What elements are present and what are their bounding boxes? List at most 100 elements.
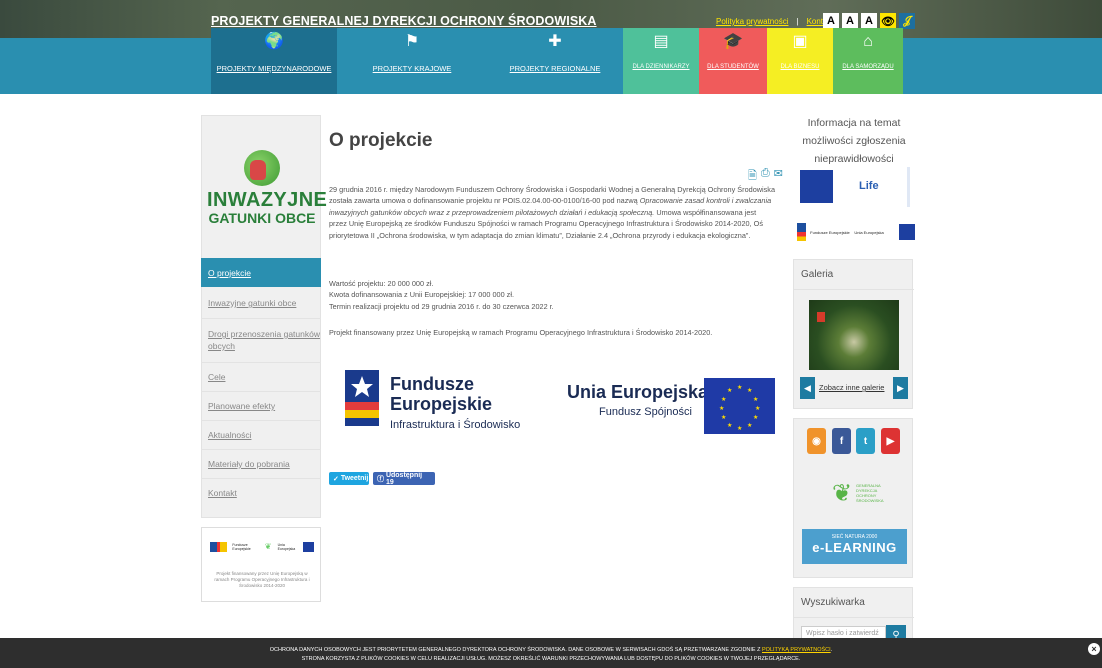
divider xyxy=(201,478,321,479)
cookie-text: STRONA KORZYSTA Z PLIKÓW COOKIES W CELU … xyxy=(301,656,801,662)
facebook-share-button[interactable]: ⓕ Udostępnij 19 xyxy=(373,472,435,486)
nav-label: PROJEKTY MIĘDZYNARODOWE xyxy=(216,64,332,73)
font-normal-button[interactable]: A xyxy=(823,13,839,29)
graduation-icon: 🎓 xyxy=(723,33,743,50)
globe-icon: 🌍 xyxy=(264,33,284,50)
facebook-icon: ⓕ xyxy=(377,475,386,483)
logo-subtitle: GATUNKI OBCE xyxy=(208,210,316,226)
project-funding: Kwota dofinansowania z Unii Europejskiej… xyxy=(329,290,514,300)
sidebar-item-downloads[interactable]: Materiały do pobrania xyxy=(201,459,321,469)
ue-subtitle: Fundusz Spójności xyxy=(599,406,692,418)
nav-label: DLA SAMORZĄDU xyxy=(842,64,894,70)
elearning-banner[interactable]: SIEĆ NATURA 2000 e-LEARNING xyxy=(802,529,907,564)
privacy-policy-link[interactable]: Polityka prywatności xyxy=(716,17,788,26)
gallery-prev-button[interactable]: ◀ xyxy=(800,377,815,399)
twitter-icon: ✓ xyxy=(333,475,341,483)
leaf-icon: ❦ xyxy=(832,480,853,507)
tweet-button[interactable]: ✓ Tweetnij xyxy=(329,472,369,485)
divider xyxy=(201,449,321,450)
elearning-title: e-LEARNING xyxy=(812,540,897,555)
youtube-icon[interactable]: ▶ xyxy=(881,428,900,454)
page-title: O projekcie xyxy=(329,130,433,151)
funding-logos: Fundusze Europejskie ❦ Unia Europejska xyxy=(210,541,314,553)
sidebar-item-species[interactable]: Inwazyjne gatunki obce xyxy=(201,298,321,308)
search-title: Wyszukiwarka xyxy=(794,588,914,618)
eu-flag-icon xyxy=(302,542,314,552)
nav-label: PROJEKTY REGIONALNE xyxy=(509,64,601,73)
privacy-policy-link[interactable]: POLITYKĄ PRYWATNOŚCI xyxy=(762,647,831,653)
globe-hand-icon xyxy=(244,150,280,186)
nav-national[interactable]: ⚑ PROJEKTY KRAJOWE xyxy=(337,28,487,94)
nav-label: DLA STUDENTÓW xyxy=(707,64,759,70)
life-banner[interactable]: Life xyxy=(800,167,910,207)
nav-label: DLA DZIENNIKARZY xyxy=(632,64,690,70)
accessibility-controls: A A A 👁 𝒥 xyxy=(823,13,915,29)
project-logo[interactable]: INWAZYJNE GATUNKI OBCE xyxy=(207,150,328,226)
top-links: Polityka prywatności | Kontakt xyxy=(716,17,834,26)
divider xyxy=(201,362,321,363)
nav-business[interactable]: ▣ DLA BIZNESU xyxy=(767,28,833,94)
gdos-logo-text: GENERALNA DYREKCJA OCHRONY ŚRODOWISKA xyxy=(856,483,884,503)
nav-label: PROJEKTY KRAJOWE xyxy=(372,64,452,73)
divider xyxy=(201,318,321,319)
ue-name: Unia Europejska xyxy=(567,382,709,402)
font-larger-button[interactable]: A xyxy=(842,13,858,29)
eu-life-logo-icon xyxy=(800,170,833,203)
sidebar-item-pathways[interactable]: Drogi przenoszenia gatunków obcych xyxy=(201,328,321,352)
close-icon[interactable]: × xyxy=(1088,643,1100,655)
sidebar-item-about[interactable]: O projekcie xyxy=(201,258,321,287)
nav-regional[interactable]: ✚ PROJEKTY REGIONALNE xyxy=(487,28,623,94)
separator: | xyxy=(796,17,799,26)
fe-logo-icon xyxy=(345,370,379,426)
cookie-bar: OCHRONA DANYCH OSOBOWYCH JEST PRIORYTETE… xyxy=(0,638,1102,668)
font-largest-button[interactable]: A xyxy=(861,13,877,29)
project-value: Wartość projektu: 20 000 000 zł. xyxy=(329,279,434,288)
logo-title: INWAZYJNE xyxy=(207,189,328,211)
funding-note: Projekt finansowany przez Unię Europejsk… xyxy=(329,328,713,337)
sidebar-item-contact[interactable]: Kontakt xyxy=(201,488,321,498)
divider xyxy=(201,391,321,392)
site-title[interactable]: PROJEKTY GENERALNEJ DYREKCJI OCHRONY ŚRO… xyxy=(211,14,597,28)
mail-icon[interactable]: ✉ xyxy=(774,167,783,186)
sidebar-item-effects[interactable]: Planowane efekty xyxy=(201,401,321,411)
nav-international[interactable]: 🌍 PROJEKTY MIĘDZYNARODOWE xyxy=(211,28,337,94)
home-icon: ⌂ xyxy=(863,33,873,50)
nav-journalists[interactable]: ▤ DLA DZIENNIKARZY xyxy=(623,28,699,94)
project-figures: Wartość projektu: 20 000 000 zł. Kwota d… xyxy=(329,278,775,312)
fe-flag-icon xyxy=(210,542,228,552)
project-dates: Termin realizacji projektu od 29 grudnia… xyxy=(329,301,554,311)
fe-banner[interactable]: Fundusze Europejskie Unia Europejska xyxy=(797,221,915,243)
facebook-icon[interactable]: f xyxy=(832,428,851,454)
more-galleries-link[interactable]: Zobacz inne galerie xyxy=(819,383,884,392)
gdos-logo[interactable]: ❦ GENERALNA DYREKCJA OCHRONY ŚRODOWISKA xyxy=(832,477,884,511)
fe-name: Fundusze Europejskie xyxy=(390,374,493,414)
ue-text: Unia Europejska xyxy=(277,543,296,551)
gallery-next-button[interactable]: ▶ xyxy=(893,377,908,399)
gallery-title: Galeria xyxy=(794,260,914,290)
banner-note: Projekt finansowany przez Unię Europejsk… xyxy=(214,571,310,588)
eu-funding-logos: Fundusze Europejskie Infrastruktura i Śro… xyxy=(345,368,777,438)
twitter-icon[interactable]: t xyxy=(856,428,875,454)
ue-text: Unia Europejska xyxy=(854,229,884,235)
flag-icon: ⚑ xyxy=(404,33,420,50)
sidebar-item-goals[interactable]: Cele xyxy=(201,372,321,382)
gallery-image[interactable] xyxy=(809,300,899,370)
gallery-widget: Galeria ◀ Zobacz inne galerie ▶ xyxy=(793,259,914,409)
social-widget: ◉ f t ▶ ❦ GENERALNA DYREKCJA OCHRONY ŚRO… xyxy=(793,418,913,578)
fe-flag-icon xyxy=(797,223,807,241)
sidebar-item-news[interactable]: Aktualności xyxy=(201,430,321,440)
signpost-icon: ✚ xyxy=(548,33,562,50)
elearning-small: SIEĆ NATURA 2000 xyxy=(831,534,878,540)
fe-text: Fundusze Europejskie xyxy=(232,543,251,551)
contrast-eye-icon[interactable]: 👁 xyxy=(880,13,896,29)
nav-students[interactable]: 🎓 DLA STUDENTÓW xyxy=(699,28,767,94)
money-icon: ▣ xyxy=(792,33,808,50)
intro-paragraph: 29 grudnia 2016 r. między Narodowym Fund… xyxy=(329,185,775,240)
document-icon: ▤ xyxy=(653,33,669,50)
nav-local-government[interactable]: ⌂ DLA SAMORZĄDU xyxy=(833,28,903,94)
irregularities-info-link[interactable]: Informacja na temat możliwości zgłoszeni… xyxy=(793,114,915,168)
hearing-icon[interactable]: 𝒥 xyxy=(899,13,915,29)
funding-banner[interactable]: Fundusze Europejskie ❦ Unia Europejska P… xyxy=(201,527,321,602)
rss-icon[interactable]: ◉ xyxy=(807,428,826,454)
fe-subtitle: Infrastruktura i Środowisko xyxy=(390,419,521,431)
